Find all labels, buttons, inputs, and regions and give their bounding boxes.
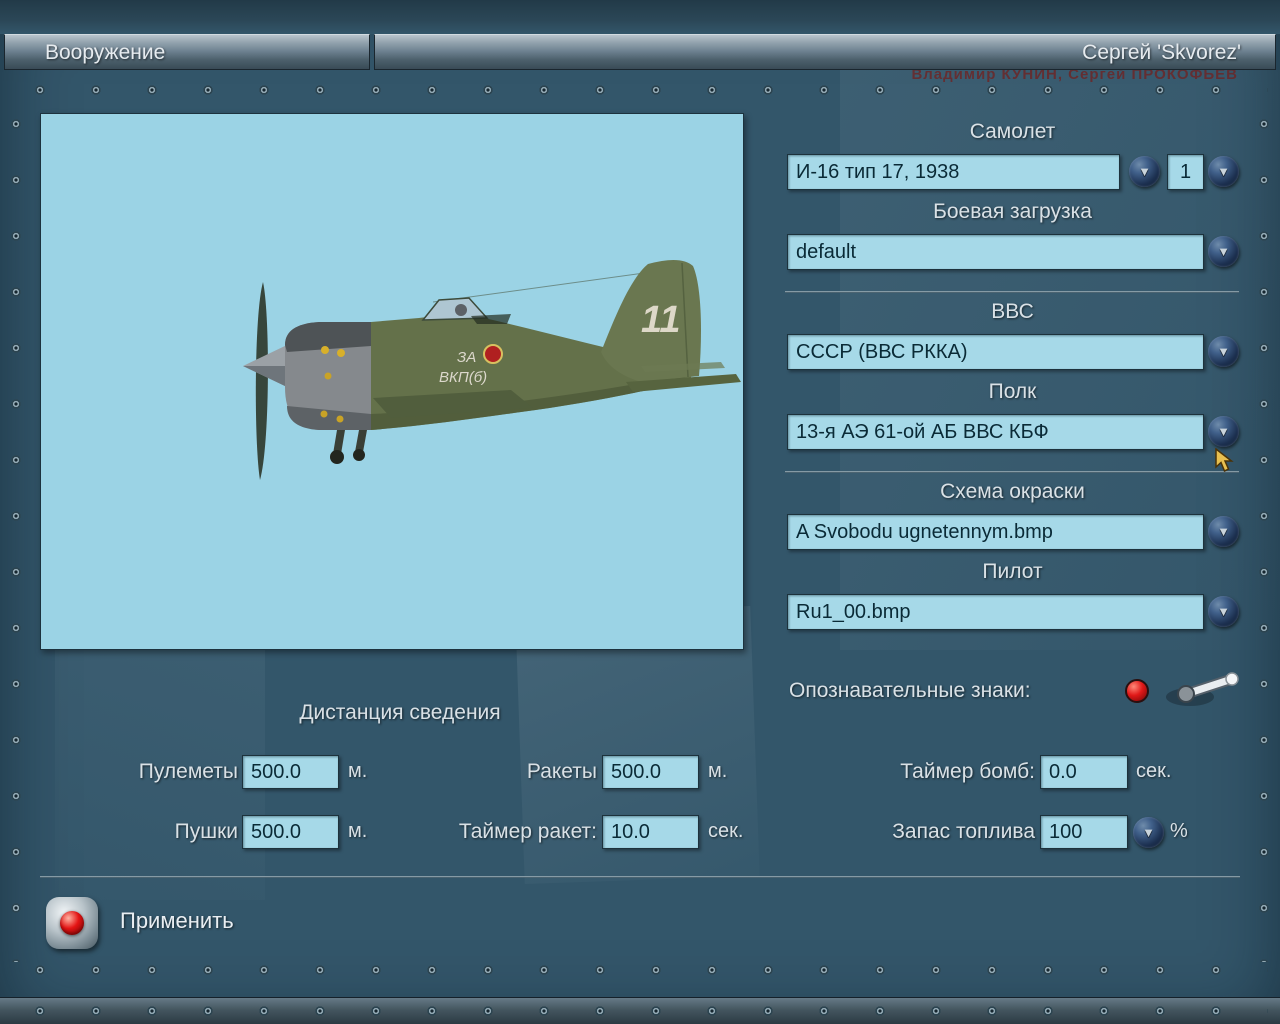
cannons-input[interactable]: 500.0 xyxy=(242,815,339,849)
regiment-select-arrow[interactable]: ▼ xyxy=(1208,416,1239,447)
apply-button[interactable] xyxy=(46,897,98,949)
chevron-down-icon: ▼ xyxy=(1217,525,1230,538)
loadout-select[interactable]: default xyxy=(787,234,1204,270)
rockets-input[interactable]: 500.0 xyxy=(602,755,699,789)
fuselage-slogan-line2: ВКП(б) xyxy=(439,369,487,386)
aircraft-label: Самолет xyxy=(785,120,1240,144)
fuel-label: Запас топлива xyxy=(840,820,1035,844)
markings-label: Опознавательные знаки: xyxy=(789,679,1031,703)
chevron-down-icon: ▼ xyxy=(1217,245,1230,258)
red-banner-badge xyxy=(484,345,502,363)
rockets-label: Ракеты xyxy=(420,760,597,784)
aircraft-count-field[interactable]: 1 xyxy=(1167,154,1204,190)
mouse-cursor xyxy=(1214,448,1236,474)
apply-label: Применить xyxy=(120,908,234,934)
chevron-down-icon: ▼ xyxy=(1217,425,1230,438)
fuel-unit: % xyxy=(1170,820,1188,843)
fuselage-slogan-line1: ЗА xyxy=(457,349,476,366)
aircraft-count-arrow[interactable]: ▼ xyxy=(1208,156,1239,187)
chevron-down-icon: ▼ xyxy=(1138,165,1151,178)
bomb-timer-unit: сек. xyxy=(1136,760,1171,783)
regiment-label: Полк xyxy=(785,380,1240,404)
paint-scheme-label: Схема окраски xyxy=(785,480,1240,504)
armament-screen: Владимир КУНИН, Сергей ПРОКОФЬЕВ Вооруже… xyxy=(0,0,1280,1024)
player-name: Сергей 'Skvorez' xyxy=(1082,41,1241,64)
cannons-label: Пушки xyxy=(60,820,238,844)
tab-armament-label: Вооружение xyxy=(45,41,165,64)
regiment-select[interactable]: 13-я АЭ 61-ой АБ ВВС КБФ xyxy=(787,414,1204,450)
tab-armament[interactable]: Вооружение xyxy=(4,34,370,70)
machineguns-input[interactable]: 500.0 xyxy=(242,755,339,789)
aircraft-image: 11 ЗА ВКП(б) xyxy=(41,114,743,649)
pilot-label: Пилот xyxy=(785,560,1240,584)
rivet-border-left xyxy=(9,96,23,962)
airforce-select-arrow[interactable]: ▼ xyxy=(1208,336,1239,367)
rivet-border-bottom xyxy=(12,963,1268,977)
aircraft-select[interactable]: И-16 тип 17, 1938 xyxy=(787,154,1120,190)
bomb-timer-label: Таймер бомб: xyxy=(840,760,1035,784)
rocket-timer-unit: сек. xyxy=(708,820,743,843)
rivet-border-top xyxy=(12,83,1268,97)
divider xyxy=(785,291,1239,293)
chevron-down-icon: ▼ xyxy=(1217,605,1230,618)
rocket-timer-label: Таймер ракет: xyxy=(420,820,597,844)
chevron-down-icon: ▼ xyxy=(1142,826,1155,839)
paint-scheme-select-arrow[interactable]: ▼ xyxy=(1208,516,1239,547)
apply-button-light-icon xyxy=(60,911,84,935)
rivet-border-right xyxy=(1257,96,1271,962)
cannons-unit: м. xyxy=(348,820,367,843)
loadout-select-arrow[interactable]: ▼ xyxy=(1208,236,1239,267)
convergence-title: Дистанция сведения xyxy=(240,701,560,725)
divider xyxy=(785,471,1239,473)
machineguns-unit: м. xyxy=(348,760,367,783)
paint-scheme-select[interactable]: A Svobodu ugnetennym.bmp xyxy=(787,514,1204,550)
rocket-timer-input[interactable]: 10.0 xyxy=(602,815,699,849)
fuel-stepper-arrow[interactable]: ▼ xyxy=(1133,817,1164,848)
airforce-select[interactable]: СССР (ВВС РККА) xyxy=(787,334,1204,370)
fuel-input[interactable]: 100 xyxy=(1040,815,1128,849)
markings-toggle[interactable] xyxy=(1112,664,1244,720)
chevron-down-icon: ▼ xyxy=(1217,165,1230,178)
divider xyxy=(40,876,1240,878)
chevron-down-icon: ▼ xyxy=(1217,345,1230,358)
bomb-timer-input[interactable]: 0.0 xyxy=(1040,755,1128,789)
tail-number: 11 xyxy=(641,299,680,341)
aircraft-select-arrow[interactable]: ▼ xyxy=(1129,156,1160,187)
top-background-strip xyxy=(0,0,1280,34)
pilot-select-arrow[interactable]: ▼ xyxy=(1208,596,1239,627)
pilot-select[interactable]: Ru1_00.bmp xyxy=(787,594,1204,630)
player-name-bar: Сергей 'Skvorez' xyxy=(374,34,1276,70)
rivet-border-footer xyxy=(12,1004,1268,1018)
machineguns-label: Пулеметы xyxy=(60,760,238,784)
airforce-label: ВВС xyxy=(785,300,1240,324)
rockets-unit: м. xyxy=(708,760,727,783)
loadout-label: Боевая загрузка xyxy=(785,200,1240,224)
indicator-lamp-icon xyxy=(1126,680,1148,702)
aircraft-preview: 11 ЗА ВКП(б) xyxy=(40,113,744,650)
